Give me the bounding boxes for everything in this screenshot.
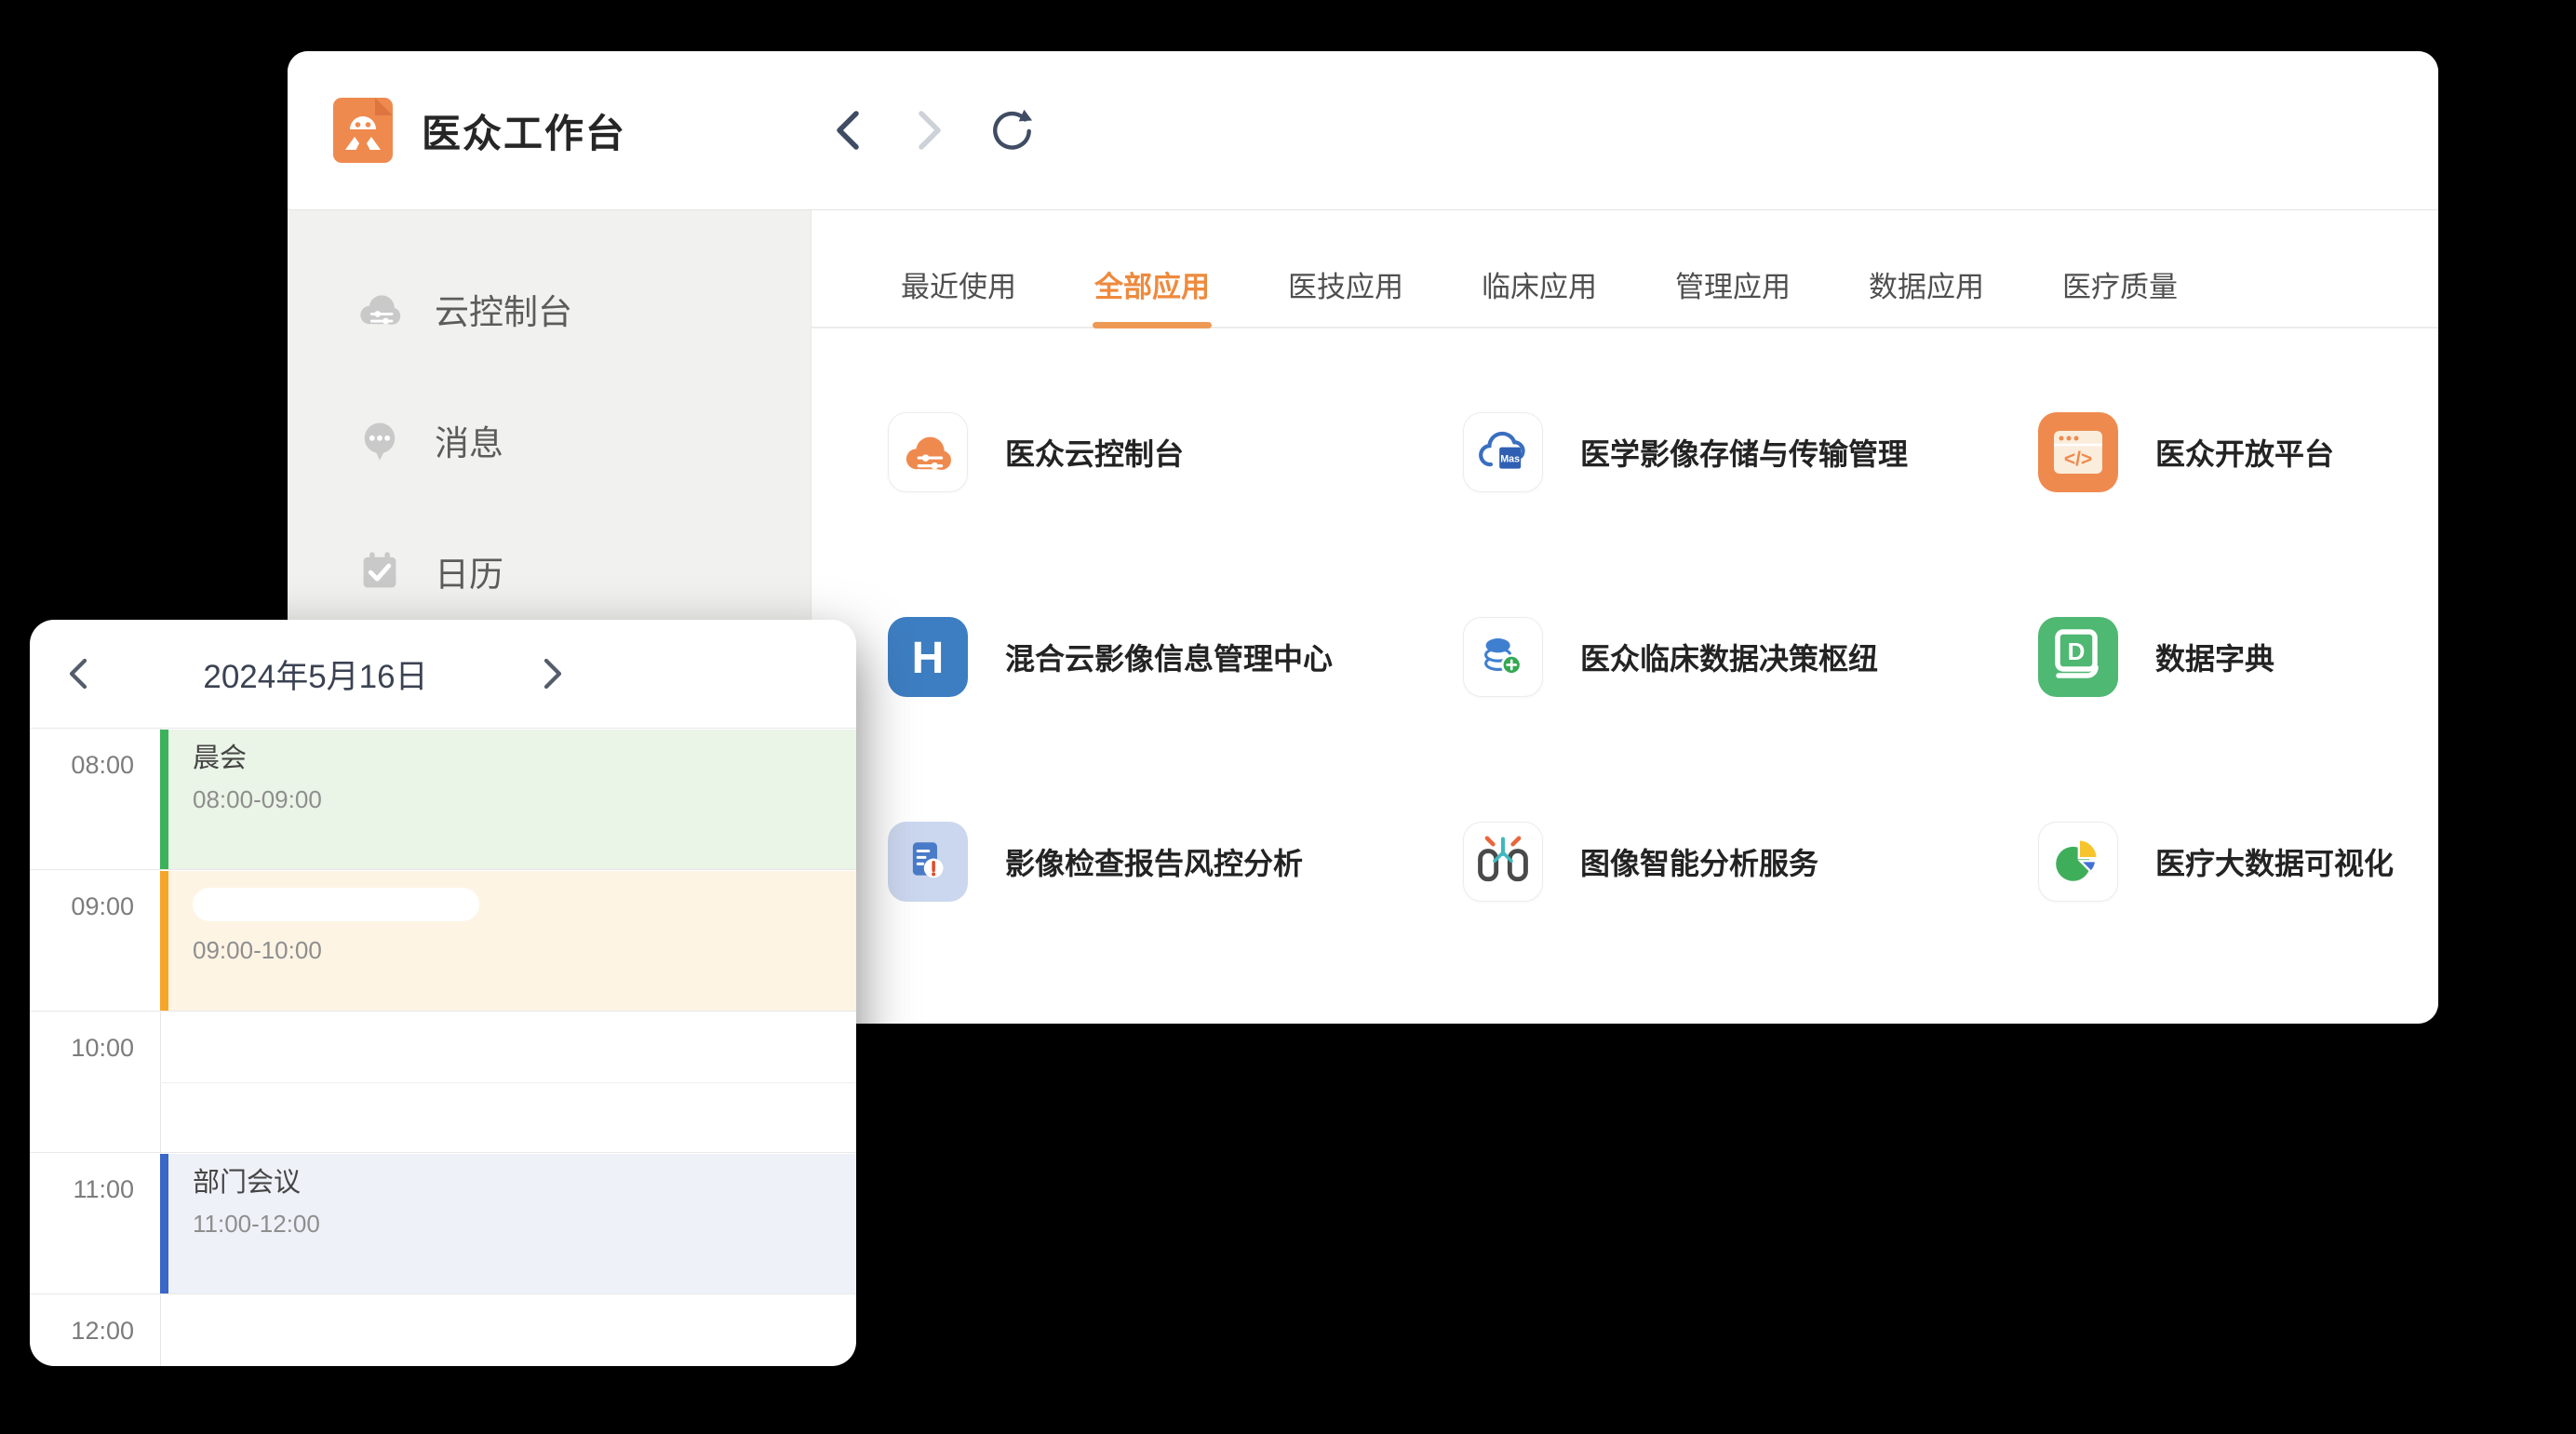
chevron-left-icon	[834, 109, 862, 152]
app-category-tabs: 最近使用 全部应用 医技应用 临床应用 管理应用 数据应用 医疗质量	[812, 210, 2438, 328]
refresh-button[interactable]	[989, 108, 1034, 153]
letter-h-icon: H	[888, 617, 968, 697]
chevron-right-icon	[542, 657, 564, 690]
event-time: 08:00-09:00	[193, 785, 856, 814]
event-morning-meeting[interactable]: 晨会 08:00-09:00	[160, 730, 856, 869]
app-label: 图像智能分析服务	[1580, 840, 1818, 883]
app-label: 数据字典	[2155, 636, 2274, 678]
apps-grid: 医众云控制台 Mas 医学影像存储与传输管理	[888, 412, 2438, 1024]
cloud-mas-icon: Mas	[1472, 422, 1534, 483]
calendar-popup: 2024年5月16日 08:00 晨会 08:00-09:00 09:00	[30, 620, 856, 1366]
hour-slot-1200: 12:00	[30, 1293, 856, 1366]
back-button[interactable]	[825, 108, 870, 153]
event-title: 部门会议	[193, 1167, 856, 1199]
report-alert-icon	[897, 831, 959, 892]
tab-medtech-apps[interactable]: 医技应用	[1288, 269, 1403, 306]
app-image-ai-analysis[interactable]: 图像智能分析服务	[1463, 822, 2038, 902]
cloud-sliders-icon	[902, 426, 954, 478]
calendar-header: 2024年5月16日	[30, 620, 856, 728]
half-hour-gridline	[160, 1082, 856, 1083]
app-open-platform[interactable]: </> 医众开放平台	[2038, 412, 2438, 492]
time-label: 11:00	[30, 1175, 134, 1204]
app-data-dictionary[interactable]: D 数据字典	[2038, 617, 2438, 697]
svg-text:H: H	[912, 634, 945, 683]
window-title: 医众工作台	[422, 102, 626, 159]
chevron-left-icon	[67, 657, 89, 690]
event-time: 09:00-10:00	[193, 936, 856, 965]
app-label: 医疗大数据可视化	[2155, 840, 2394, 883]
app-label: 医众开放平台	[2155, 431, 2334, 474]
chevron-right-icon	[916, 109, 944, 152]
sidebar-item-messages[interactable]: 消息	[288, 414, 811, 466]
hour-slot-0800: 08:00 晨会 08:00-09:00	[30, 728, 856, 869]
svg-text:Mas: Mas	[1500, 454, 1520, 465]
forward-button[interactable]	[907, 108, 952, 153]
time-label: 09:00	[30, 892, 134, 921]
code-window-icon: </>	[2038, 412, 2118, 492]
cloud-console-icon	[356, 286, 403, 332]
tab-clinical-apps[interactable]: 临床应用	[1482, 269, 1597, 306]
redacted-event-title	[193, 888, 479, 921]
hour-slot-1000: 10:00	[30, 1011, 856, 1152]
tab-admin-apps[interactable]: 管理应用	[1675, 269, 1791, 306]
messages-icon	[356, 417, 403, 463]
event-redacted[interactable]: 09:00-10:00	[160, 871, 856, 1011]
app-report-risk-analysis[interactable]: 影像检查报告风控分析	[888, 822, 1463, 902]
time-label: 08:00	[30, 751, 134, 780]
calendar-next-day-button[interactable]	[534, 655, 571, 692]
tab-recent[interactable]: 最近使用	[901, 269, 1016, 306]
hour-slot-0900: 09:00 09:00-10:00	[30, 869, 856, 1011]
app-imaging-storage[interactable]: Mas 医学影像存储与传输管理	[1463, 412, 2038, 492]
event-title: 晨会	[193, 743, 856, 774]
tab-all-apps[interactable]: 全部应用	[1094, 269, 1210, 306]
app-label: 影像检查报告风控分析	[1005, 840, 1303, 883]
sidebar-item-calendar[interactable]: 日历	[288, 545, 811, 597]
time-label: 12:00	[30, 1317, 134, 1346]
screenshot-canvas: 医众工作台	[0, 0, 2576, 1434]
event-department-meeting[interactable]: 部门会议 11:00-12:00	[160, 1154, 856, 1293]
calendar-prev-day-button[interactable]	[60, 655, 97, 692]
time-label: 10:00	[30, 1034, 134, 1063]
app-label: 医众临床数据决策枢纽	[1580, 636, 1878, 678]
svg-text:D: D	[2068, 637, 2086, 665]
sidebar-item-label: 日历	[435, 546, 503, 596]
sidebar-item-cloud-console[interactable]: 云控制台	[288, 283, 811, 335]
app-label: 医学影像存储与传输管理	[1580, 431, 1908, 474]
refresh-icon	[989, 107, 1034, 154]
app-bigdata-visualization[interactable]: 医疗大数据可视化	[2038, 822, 2438, 902]
tab-data-apps[interactable]: 数据应用	[1869, 269, 1984, 306]
app-clinical-data-hub[interactable]: 医众临床数据决策枢纽	[1463, 617, 2038, 697]
app-logo-icon	[333, 98, 393, 163]
app-label: 混合云影像信息管理中心	[1005, 636, 1333, 678]
apps-content: 最近使用 全部应用 医技应用 临床应用 管理应用 数据应用 医疗质量	[812, 210, 2438, 1024]
svg-text:</>: </>	[2064, 449, 2092, 470]
lungs-icon	[1470, 829, 1536, 894]
calendar-day-view: 08:00 晨会 08:00-09:00 09:00 09:00-10:00 1…	[30, 728, 856, 1366]
calendar-icon	[356, 548, 403, 595]
browser-nav	[825, 51, 1034, 209]
window-header: 医众工作台	[288, 51, 2438, 210]
app-hybrid-cloud-imaging[interactable]: H 混合云影像信息管理中心	[888, 617, 1463, 697]
event-time: 11:00-12:00	[193, 1210, 856, 1239]
database-plus-icon	[1472, 626, 1534, 688]
app-label: 医众云控制台	[1005, 431, 1184, 474]
hour-slot-1100: 11:00 部门会议 11:00-12:00	[30, 1152, 856, 1293]
sidebar-item-label: 消息	[435, 415, 503, 465]
dictionary-book-icon: D	[2038, 617, 2118, 697]
pie-chart-icon	[2047, 831, 2109, 892]
calendar-date-label: 2024年5月16日	[97, 650, 534, 698]
tab-quality[interactable]: 医疗质量	[2062, 269, 2178, 306]
app-cloud-console[interactable]: 医众云控制台	[888, 412, 1463, 492]
sidebar-item-label: 云控制台	[435, 284, 572, 334]
